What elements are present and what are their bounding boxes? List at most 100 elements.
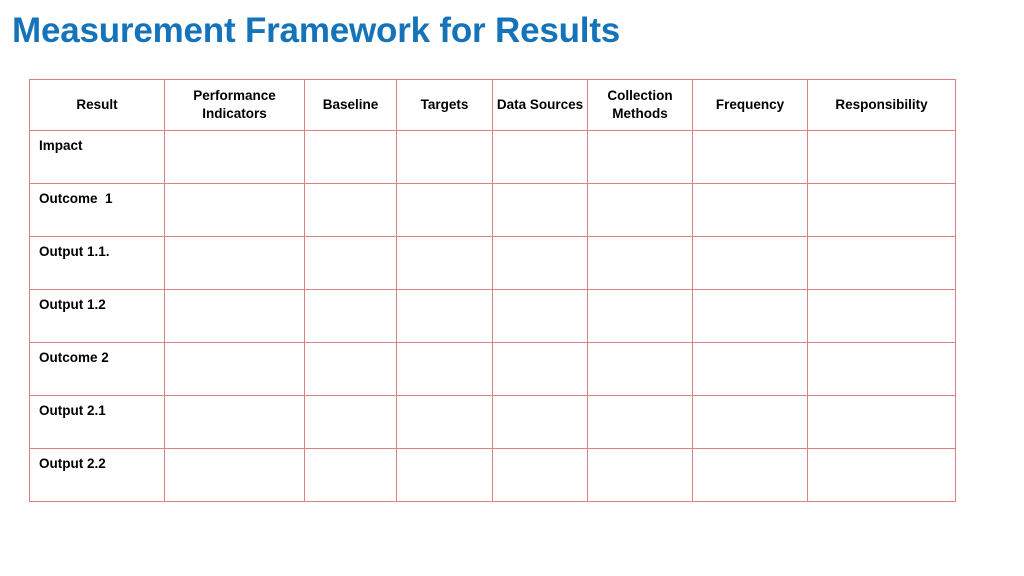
cell-responsibility[interactable] xyxy=(807,342,956,396)
cell-baseline[interactable] xyxy=(304,130,397,184)
cell-indicators[interactable] xyxy=(164,183,305,237)
cell-data-sources[interactable] xyxy=(492,183,588,237)
cell-data-sources[interactable] xyxy=(492,289,588,343)
cell-frequency[interactable] xyxy=(692,236,808,290)
cell-data-sources[interactable] xyxy=(492,448,588,502)
cell-responsibility[interactable] xyxy=(807,395,956,449)
cell-value xyxy=(588,343,692,395)
cell-value xyxy=(693,184,807,236)
cell-indicators[interactable] xyxy=(164,130,305,184)
cell-targets[interactable] xyxy=(396,236,493,290)
cell-targets[interactable] xyxy=(396,448,493,502)
cell-value xyxy=(588,184,692,236)
cell-collection[interactable] xyxy=(587,236,693,290)
cell-frequency[interactable] xyxy=(692,289,808,343)
cell-value xyxy=(305,237,396,289)
cell-collection[interactable] xyxy=(587,289,693,343)
row-label: Impact xyxy=(39,138,83,153)
cell-baseline[interactable] xyxy=(304,395,397,449)
cell-responsibility[interactable] xyxy=(807,236,956,290)
cell-value xyxy=(693,396,807,448)
row-label: Output 2.1 xyxy=(39,403,106,418)
cell-indicators[interactable] xyxy=(164,448,305,502)
cell-value xyxy=(165,396,304,448)
cell-result: Output 1.2 xyxy=(29,289,165,343)
row-label: Output 2.2 xyxy=(39,456,106,471)
cell-data-sources[interactable] xyxy=(492,342,588,396)
column-header-frequency: Frequency xyxy=(692,79,808,131)
cell-value xyxy=(305,396,396,448)
cell-result: Impact xyxy=(29,130,165,184)
cell-collection[interactable] xyxy=(587,342,693,396)
cell-baseline[interactable] xyxy=(304,183,397,237)
cell-value xyxy=(397,184,492,236)
cell-data-sources[interactable] xyxy=(492,130,588,184)
table-row: Output 2.1 xyxy=(29,395,956,449)
cell-indicators[interactable] xyxy=(164,342,305,396)
cell-value xyxy=(305,343,396,395)
cell-targets[interactable] xyxy=(396,130,493,184)
cell-responsibility[interactable] xyxy=(807,289,956,343)
cell-targets[interactable] xyxy=(396,395,493,449)
cell-collection[interactable] xyxy=(587,183,693,237)
cell-value xyxy=(693,449,807,501)
cell-value xyxy=(397,396,492,448)
cell-frequency[interactable] xyxy=(692,183,808,237)
table-header: Result Performance Indicators Baseline T… xyxy=(29,79,956,131)
cell-collection[interactable] xyxy=(587,130,693,184)
cell-value xyxy=(397,343,492,395)
cell-data-sources[interactable] xyxy=(492,236,588,290)
column-header-baseline: Baseline xyxy=(304,79,397,131)
cell-data-sources[interactable] xyxy=(492,395,588,449)
cell-baseline[interactable] xyxy=(304,236,397,290)
cell-value xyxy=(397,131,492,183)
cell-value xyxy=(588,290,692,342)
cell-indicators[interactable] xyxy=(164,289,305,343)
cell-targets[interactable] xyxy=(396,342,493,396)
cell-collection[interactable] xyxy=(587,395,693,449)
row-label: Output 1.1. xyxy=(39,244,110,259)
cell-value xyxy=(808,184,955,236)
cell-value xyxy=(493,343,587,395)
cell-value xyxy=(693,290,807,342)
cell-value xyxy=(588,449,692,501)
cell-responsibility[interactable] xyxy=(807,130,956,184)
cell-indicators[interactable] xyxy=(164,395,305,449)
cell-value xyxy=(165,184,304,236)
cell-baseline[interactable] xyxy=(304,448,397,502)
cell-frequency[interactable] xyxy=(692,342,808,396)
cell-value xyxy=(165,343,304,395)
cell-targets[interactable] xyxy=(396,183,493,237)
cell-result: Output 2.2 xyxy=(29,448,165,502)
cell-value xyxy=(493,396,587,448)
cell-value xyxy=(397,449,492,501)
column-header-collection: Collection Methods xyxy=(587,79,693,131)
cell-frequency[interactable] xyxy=(692,130,808,184)
cell-baseline[interactable] xyxy=(304,289,397,343)
row-label: Output 1.2 xyxy=(39,297,106,312)
table-row: Outcome 1 xyxy=(29,183,956,237)
cell-responsibility[interactable] xyxy=(807,448,956,502)
cell-indicators[interactable] xyxy=(164,236,305,290)
slide-canvas: Measurement Framework for Results Result… xyxy=(0,0,1024,576)
cell-result: Output 2.1 xyxy=(29,395,165,449)
cell-value xyxy=(165,131,304,183)
cell-value xyxy=(305,290,396,342)
table-header-row: Result Performance Indicators Baseline T… xyxy=(29,79,956,131)
cell-value xyxy=(588,237,692,289)
cell-baseline[interactable] xyxy=(304,342,397,396)
cell-collection[interactable] xyxy=(587,448,693,502)
cell-value xyxy=(808,290,955,342)
table-row: Output 1.2 xyxy=(29,289,956,343)
cell-value xyxy=(808,449,955,501)
cell-value xyxy=(808,131,955,183)
cell-responsibility[interactable] xyxy=(807,183,956,237)
cell-value xyxy=(397,290,492,342)
cell-result: Output 1.1. xyxy=(29,236,165,290)
column-header-result: Result xyxy=(29,79,165,131)
cell-frequency[interactable] xyxy=(692,448,808,502)
cell-frequency[interactable] xyxy=(692,395,808,449)
cell-value xyxy=(493,237,587,289)
cell-targets[interactable] xyxy=(396,289,493,343)
row-label: Outcome 1 xyxy=(39,191,113,206)
